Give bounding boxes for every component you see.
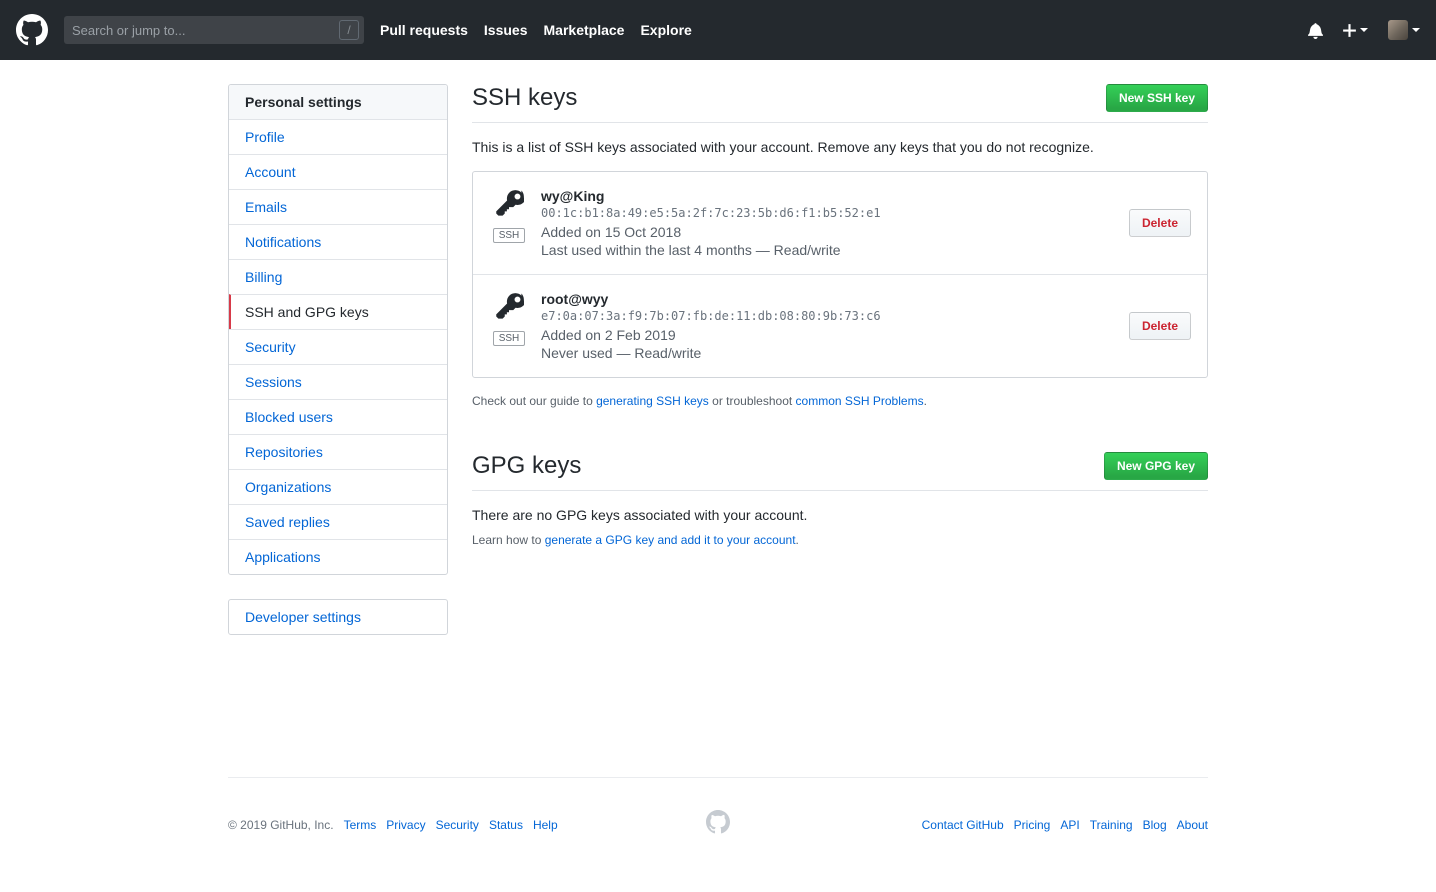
notifications-button[interactable]: [1308, 22, 1323, 39]
sidebar-item-sessions[interactable]: Sessions: [229, 364, 447, 399]
ssh-keys-description: This is a list of SSH keys associated wi…: [472, 139, 1094, 155]
ssh-key-figure: SSH: [489, 291, 529, 346]
ssh-key-added-date: Added on 2 Feb 2019: [541, 327, 676, 343]
settings-sidebar: Personal settings Profile Account Emails…: [228, 84, 448, 659]
ssh-key-added-date: Added on 15 Oct 2018: [541, 224, 682, 240]
footer-right-links: Contact GitHub Pricing API Training Blog…: [912, 818, 1208, 832]
gpg-empty-text: There are no GPG keys associated with yo…: [472, 507, 808, 523]
gpg-help-note: Learn how to generate a GPG key and add …: [472, 533, 1208, 547]
ssh-badge: SSH: [492, 228, 526, 243]
settings-main: SSH keys New SSH key This is a list of S…: [472, 84, 1208, 659]
delete-ssh-key-button[interactable]: Delete: [1128, 312, 1191, 340]
sidebar-item-emails[interactable]: Emails: [229, 189, 447, 224]
search-box[interactable]: /: [64, 16, 364, 44]
ssh-key-name: root@wyy: [541, 291, 609, 307]
footer-link-terms[interactable]: Terms: [344, 818, 377, 832]
ssh-key-info: wy@King 00:1c:b1:8a:49:e5:5a:2f:7c:23:5b…: [541, 188, 1113, 258]
top-navbar: / Pull requests Issues Marketplace Explo…: [0, 0, 1436, 60]
slash-key-hint: /: [339, 20, 359, 40]
developer-settings-menu: Developer settings: [228, 599, 448, 635]
ssh-help-note: Check out our guide to generating SSH ke…: [472, 394, 1208, 408]
new-ssh-key-button[interactable]: New SSH key: [1105, 84, 1208, 112]
footer-link-contact-github[interactable]: Contact GitHub: [922, 818, 1004, 832]
key-icon: [496, 293, 525, 319]
ssh-key-row: SSH root@wyy e7:0a:07:3a:f9:7b:07:fb:de:…: [473, 274, 1207, 377]
octocat-icon: [706, 810, 730, 834]
page-footer: © 2019 GitHub, Inc. Terms Privacy Securi…: [228, 777, 1208, 892]
avatar: [1388, 20, 1408, 40]
ssh-key-usage: Never used — Read/write: [541, 345, 702, 361]
footer-link-status[interactable]: Status: [489, 818, 523, 832]
ssh-badge: SSH: [492, 331, 526, 346]
sidebar-item-account[interactable]: Account: [229, 154, 447, 189]
ssh-help-text: .: [923, 394, 927, 408]
ssh-key-fingerprint: e7:0a:07:3a:f9:7b:07:fb:de:11:db:08:80:9…: [541, 309, 881, 323]
generating-ssh-keys-link[interactable]: generating SSH keys: [596, 394, 709, 408]
new-gpg-key-button[interactable]: New GPG key: [1103, 452, 1208, 480]
ssh-help-text: Check out our guide to: [472, 394, 597, 408]
personal-settings-heading: Personal settings: [229, 85, 447, 120]
search-input[interactable]: [64, 22, 339, 38]
profile-button[interactable]: [1388, 20, 1420, 40]
ssh-help-text: or troubleshoot: [708, 394, 796, 408]
footer-left-links: © 2019 GitHub, Inc. Terms Privacy Securi…: [228, 818, 568, 832]
ssh-keys-section: SSH keys New SSH key This is a list of S…: [472, 84, 1208, 408]
footer-link-about[interactable]: About: [1177, 818, 1208, 832]
ssh-key-row: SSH wy@King 00:1c:b1:8a:49:e5:5a:2f:7c:2…: [473, 172, 1207, 274]
sidebar-item-repositories[interactable]: Repositories: [229, 434, 447, 469]
sidebar-item-applications[interactable]: Applications: [229, 539, 447, 574]
copyright-text: © 2019 GitHub, Inc.: [228, 818, 334, 832]
sidebar-item-organizations[interactable]: Organizations: [229, 469, 447, 504]
sidebar-item-blocked-users[interactable]: Blocked users: [229, 399, 447, 434]
header-right-controls: [1288, 20, 1420, 40]
key-icon: [496, 190, 525, 216]
footer-link-api[interactable]: API: [1060, 818, 1079, 832]
gpg-keys-title: GPG keys: [472, 452, 582, 479]
ssh-keys-title: SSH keys: [472, 84, 578, 111]
gpg-help-text: Learn how to: [472, 533, 545, 547]
create-new-button[interactable]: [1343, 22, 1368, 39]
sidebar-item-billing[interactable]: Billing: [229, 259, 447, 294]
octocat-icon: [16, 14, 48, 46]
ssh-key-name: wy@King: [541, 188, 605, 204]
gpg-help-text: .: [795, 533, 799, 547]
gpg-keys-section: GPG keys New GPG key There are no GPG ke…: [472, 452, 1208, 547]
chevron-down-icon: [1412, 28, 1420, 32]
sidebar-item-notifications[interactable]: Notifications: [229, 224, 447, 259]
github-logo[interactable]: [16, 14, 48, 46]
nav-pull-requests[interactable]: Pull requests: [380, 22, 468, 38]
nav-issues[interactable]: Issues: [484, 22, 528, 38]
ssh-key-info: root@wyy e7:0a:07:3a:f9:7b:07:fb:de:11:d…: [541, 291, 1113, 361]
footer-link-help[interactable]: Help: [533, 818, 558, 832]
footer-link-training[interactable]: Training: [1090, 818, 1133, 832]
common-ssh-problems-link[interactable]: common SSH Problems: [796, 394, 924, 408]
chevron-down-icon: [1360, 28, 1368, 32]
footer-link-blog[interactable]: Blog: [1143, 818, 1167, 832]
bell-icon: [1308, 22, 1323, 39]
ssh-key-figure: SSH: [489, 188, 529, 243]
sidebar-item-ssh-gpg-keys[interactable]: SSH and GPG keys: [229, 294, 447, 329]
sidebar-item-saved-replies[interactable]: Saved replies: [229, 504, 447, 539]
ssh-key-list: SSH wy@King 00:1c:b1:8a:49:e5:5a:2f:7c:2…: [472, 171, 1208, 378]
sidebar-item-security[interactable]: Security: [229, 329, 447, 364]
plus-icon: [1343, 23, 1356, 37]
nav-explore[interactable]: Explore: [640, 22, 691, 38]
footer-link-security[interactable]: Security: [436, 818, 479, 832]
ssh-key-usage: Last used within the last 4 months — Rea…: [541, 242, 841, 258]
nav-marketplace[interactable]: Marketplace: [544, 22, 625, 38]
footer-link-privacy[interactable]: Privacy: [386, 818, 425, 832]
sidebar-item-profile[interactable]: Profile: [229, 120, 447, 154]
sidebar-item-developer-settings[interactable]: Developer settings: [229, 600, 447, 634]
ssh-key-fingerprint: 00:1c:b1:8a:49:e5:5a:2f:7c:23:5b:d6:f1:b…: [541, 206, 881, 220]
personal-settings-menu: Personal settings Profile Account Emails…: [228, 84, 448, 575]
footer-link-pricing[interactable]: Pricing: [1014, 818, 1051, 832]
footer-github-logo[interactable]: [706, 810, 730, 837]
generate-gpg-key-link[interactable]: generate a GPG key and add it to your ac…: [545, 533, 796, 547]
primary-nav: Pull requests Issues Marketplace Explore: [380, 22, 708, 38]
delete-ssh-key-button[interactable]: Delete: [1128, 209, 1191, 237]
